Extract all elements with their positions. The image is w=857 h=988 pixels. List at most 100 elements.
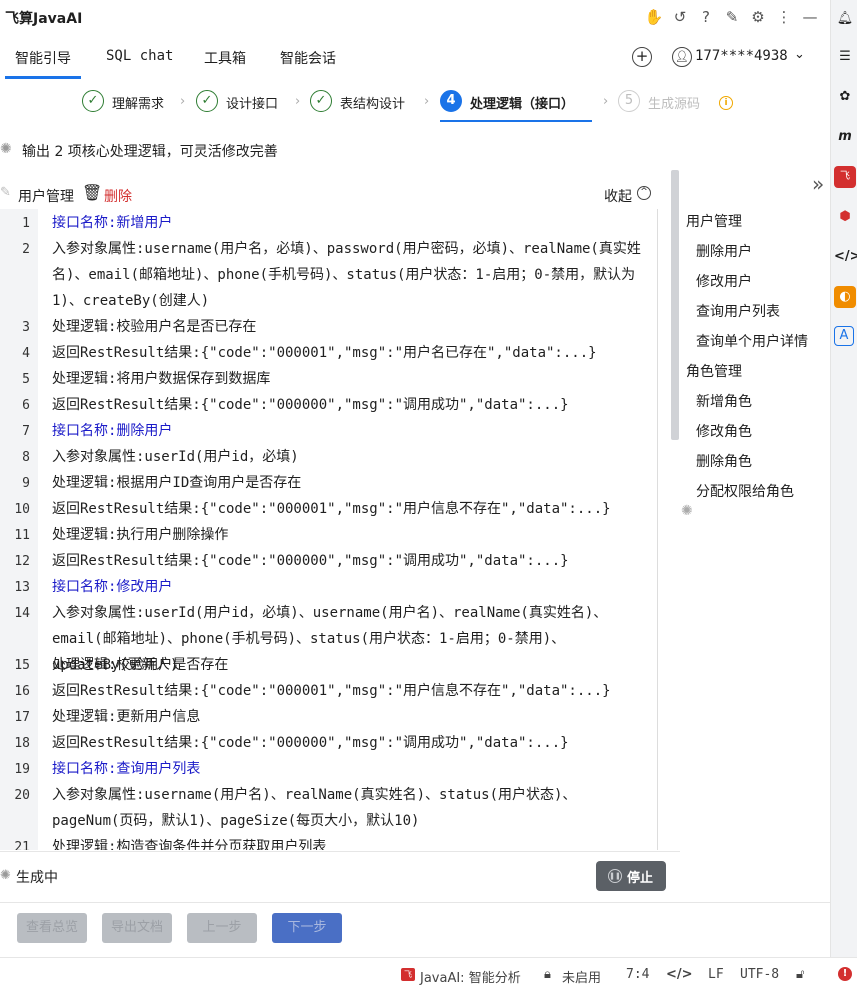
trash-icon[interactable]: 🗑︎ <box>82 183 102 202</box>
edit-icon[interactable]: ✎ <box>722 7 742 27</box>
step-5[interactable]: 5 生成源码 <box>618 90 718 116</box>
encoding[interactable]: UTF-8 <box>740 967 779 982</box>
hand-icon[interactable]: ✋ <box>644 7 664 27</box>
orange-plugin-icon[interactable]: ◐ <box>834 286 856 308</box>
delete-button[interactable]: 删除 <box>104 186 132 206</box>
outline-item[interactable]: 分配权限给角色 <box>696 481 794 501</box>
line-number: 8 <box>22 450 30 465</box>
add-icon[interactable]: + <box>632 47 652 67</box>
unlock-icon[interactable]: 🔓︎ <box>796 967 804 982</box>
code-line[interactable]: 6 返回RestResult结果:{"code":"000000","msg":"… <box>0 392 657 418</box>
scrollbar[interactable] <box>671 170 679 440</box>
code-line[interactable]: 2 入参对象属性:username(用户名，必填)、password(用户密码，必… <box>0 236 657 314</box>
translate-icon[interactable]: A <box>834 326 854 346</box>
line-text: 返回RestResult结果:{"code":"000001","msg":"用… <box>52 345 597 361</box>
code-line[interactable]: 5 处理逻辑:将用户数据保存到数据库 <box>0 366 657 392</box>
code-icon[interactable]: </> <box>666 967 693 982</box>
code-line[interactable]: 15 处理逻辑:校验用户是否存在 <box>0 652 657 678</box>
code-line[interactable]: 13 接口名称:修改用户 <box>0 574 657 600</box>
outline-item[interactable]: 查询用户列表 <box>696 301 780 321</box>
code-line[interactable]: 16 返回RestResult结果:{"code":"000001","msg":… <box>0 678 657 704</box>
outline-item[interactable]: 新增角色 <box>696 391 752 411</box>
chevron-down-icon[interactable]: ⌄ <box>794 47 805 62</box>
history-icon[interactable]: ↺ <box>670 7 690 27</box>
cursor-position[interactable]: 7:4 <box>626 967 649 982</box>
expand-right-icon[interactable]: » <box>812 172 824 196</box>
outline-item[interactable]: 修改用户 <box>696 271 752 291</box>
cube-icon[interactable]: ⬢ <box>834 206 856 228</box>
spinner-icon: ✺ <box>0 868 11 883</box>
title-bar: 飞算JavaAI ✋ ↺ ? ✎ ⚙ ⋮ — <box>0 0 830 36</box>
step-4-active[interactable]: 4 处理逻辑（接口） <box>440 90 592 122</box>
section-header: ✎ 用户管理 🗑︎ 删除 收起 ^ <box>0 183 660 207</box>
code-line[interactable]: 4 返回RestResult结果:{"code":"000001","msg":"… <box>0 340 657 366</box>
logic-code-panel[interactable]: 1 接口名称:新增用户 2 入参对象属性:username(用户名，必填)、passw… <box>0 209 658 850</box>
line-number: 12 <box>14 554 30 569</box>
code-line[interactable]: 7 接口名称:删除用户 <box>0 418 657 444</box>
step-2[interactable]: ✓ 设计接口 <box>196 90 296 116</box>
tab-sql-chat[interactable]: SQL chat <box>106 48 173 64</box>
outline-item[interactable]: 查询单个用户详情 <box>696 331 808 351</box>
prev-step-button[interactable]: 上一步 <box>187 913 257 943</box>
lock-state[interactable]: 未启用 <box>562 967 601 986</box>
database-icon[interactable]: ☰ <box>834 46 856 68</box>
user-avatar-icon[interactable]: 👤︎ <box>672 47 692 67</box>
error-icon[interactable]: ! <box>838 967 852 981</box>
line-text: 入参对象属性:userId(用户id，必填) <box>52 449 299 465</box>
export-doc-button[interactable]: 导出文档 <box>102 913 172 943</box>
step-number: 4 <box>440 90 462 112</box>
info-icon[interactable]: i <box>719 96 733 110</box>
code-line[interactable]: 11 处理逻辑:执行用户删除操作 <box>0 522 657 548</box>
stop-button[interactable]: ❚❚ 停止 <box>596 861 666 891</box>
line-text: 处理逻辑:校验用户是否存在 <box>52 657 229 673</box>
outline-group-role[interactable]: 角色管理 <box>686 361 742 381</box>
code-line[interactable]: 20 入参对象属性:username(用户名)、realName(真实姓名)、st… <box>0 782 657 834</box>
chevron-up-icon[interactable]: ^ <box>637 186 651 200</box>
tab-toolbox[interactable]: 工具箱 <box>204 48 246 68</box>
chevron-right-icon: › <box>180 94 186 109</box>
outline-item[interactable]: 修改角色 <box>696 421 752 441</box>
line-text: 入参对象属性:username(用户名，必填)、password(用户密码，必填… <box>52 241 641 309</box>
plugin-icon[interactable]: ✿ <box>834 86 856 108</box>
interface-title: 接口名称:删除用户 <box>52 423 173 439</box>
divider <box>0 902 830 903</box>
edit-pen-icon: ✎ <box>0 185 11 200</box>
outline-group-user[interactable]: 用户管理 <box>686 211 742 231</box>
line-text: 处理逻辑:校验用户名是否已存在 <box>52 319 257 335</box>
line-separator[interactable]: LF <box>708 967 724 982</box>
code-line[interactable]: 19 接口名称:查询用户列表 <box>0 756 657 782</box>
code-line[interactable]: 8 入参对象属性:userId(用户id，必填) <box>0 444 657 470</box>
javaai-status[interactable]: JavaAI: 智能分析 <box>420 967 521 986</box>
more-vertical-icon[interactable]: ⋮ <box>774 7 794 27</box>
code-line[interactable]: 3 处理逻辑:校验用户名是否已存在 <box>0 314 657 340</box>
line-number: 4 <box>22 346 30 361</box>
code-line[interactable]: 21 处理逻辑:构造查询条件并分页获取用户列表 <box>0 834 657 850</box>
outline-item[interactable]: 删除用户 <box>696 241 752 261</box>
feisuan-logo-icon[interactable]: 飞 <box>834 166 856 188</box>
settings-icon[interactable]: ⚙ <box>748 7 768 27</box>
code-icon[interactable]: </> <box>834 246 857 268</box>
overview-button[interactable]: 查看总览 <box>17 913 87 943</box>
code-line[interactable]: 18 返回RestResult结果:{"code":"000000","msg":… <box>0 730 657 756</box>
line-number: 20 <box>14 788 30 803</box>
user-phone[interactable]: 177****4938 <box>695 48 788 64</box>
tab-smart-chat[interactable]: 智能会话 <box>280 48 336 68</box>
summary-text: 输出 2 项核心处理逻辑，可灵活修改完善 <box>22 144 278 160</box>
code-line[interactable]: 9 处理逻辑:根据用户ID查询用户是否存在 <box>0 470 657 496</box>
code-line[interactable]: 12 返回RestResult结果:{"code":"000000","msg":… <box>0 548 657 574</box>
notification-icon[interactable]: 🔔︎ <box>834 8 856 30</box>
chevron-right-icon: › <box>424 94 430 109</box>
help-icon[interactable]: ? <box>696 7 716 27</box>
minimize-icon[interactable]: — <box>800 7 820 27</box>
code-line[interactable]: 1 接口名称:新增用户 <box>0 210 657 236</box>
code-line[interactable]: 10 返回RestResult结果:{"code":"000001","msg":… <box>0 496 657 522</box>
code-line[interactable]: 14 入参对象属性:userId(用户id，必填)、username(用户名)、r… <box>0 600 657 673</box>
collapse-button[interactable]: 收起 <box>604 186 632 206</box>
maven-icon[interactable]: m <box>834 126 856 148</box>
code-line[interactable]: 17 处理逻辑:更新用户信息 <box>0 704 657 730</box>
step-3[interactable]: ✓ 表结构设计 <box>310 90 420 116</box>
tab-smart-guide[interactable]: 智能引导 <box>15 48 71 68</box>
step-1[interactable]: ✓ 理解需求 <box>82 90 182 116</box>
next-step-button[interactable]: 下一步 <box>272 913 342 943</box>
outline-item[interactable]: 删除角色 <box>696 451 752 471</box>
